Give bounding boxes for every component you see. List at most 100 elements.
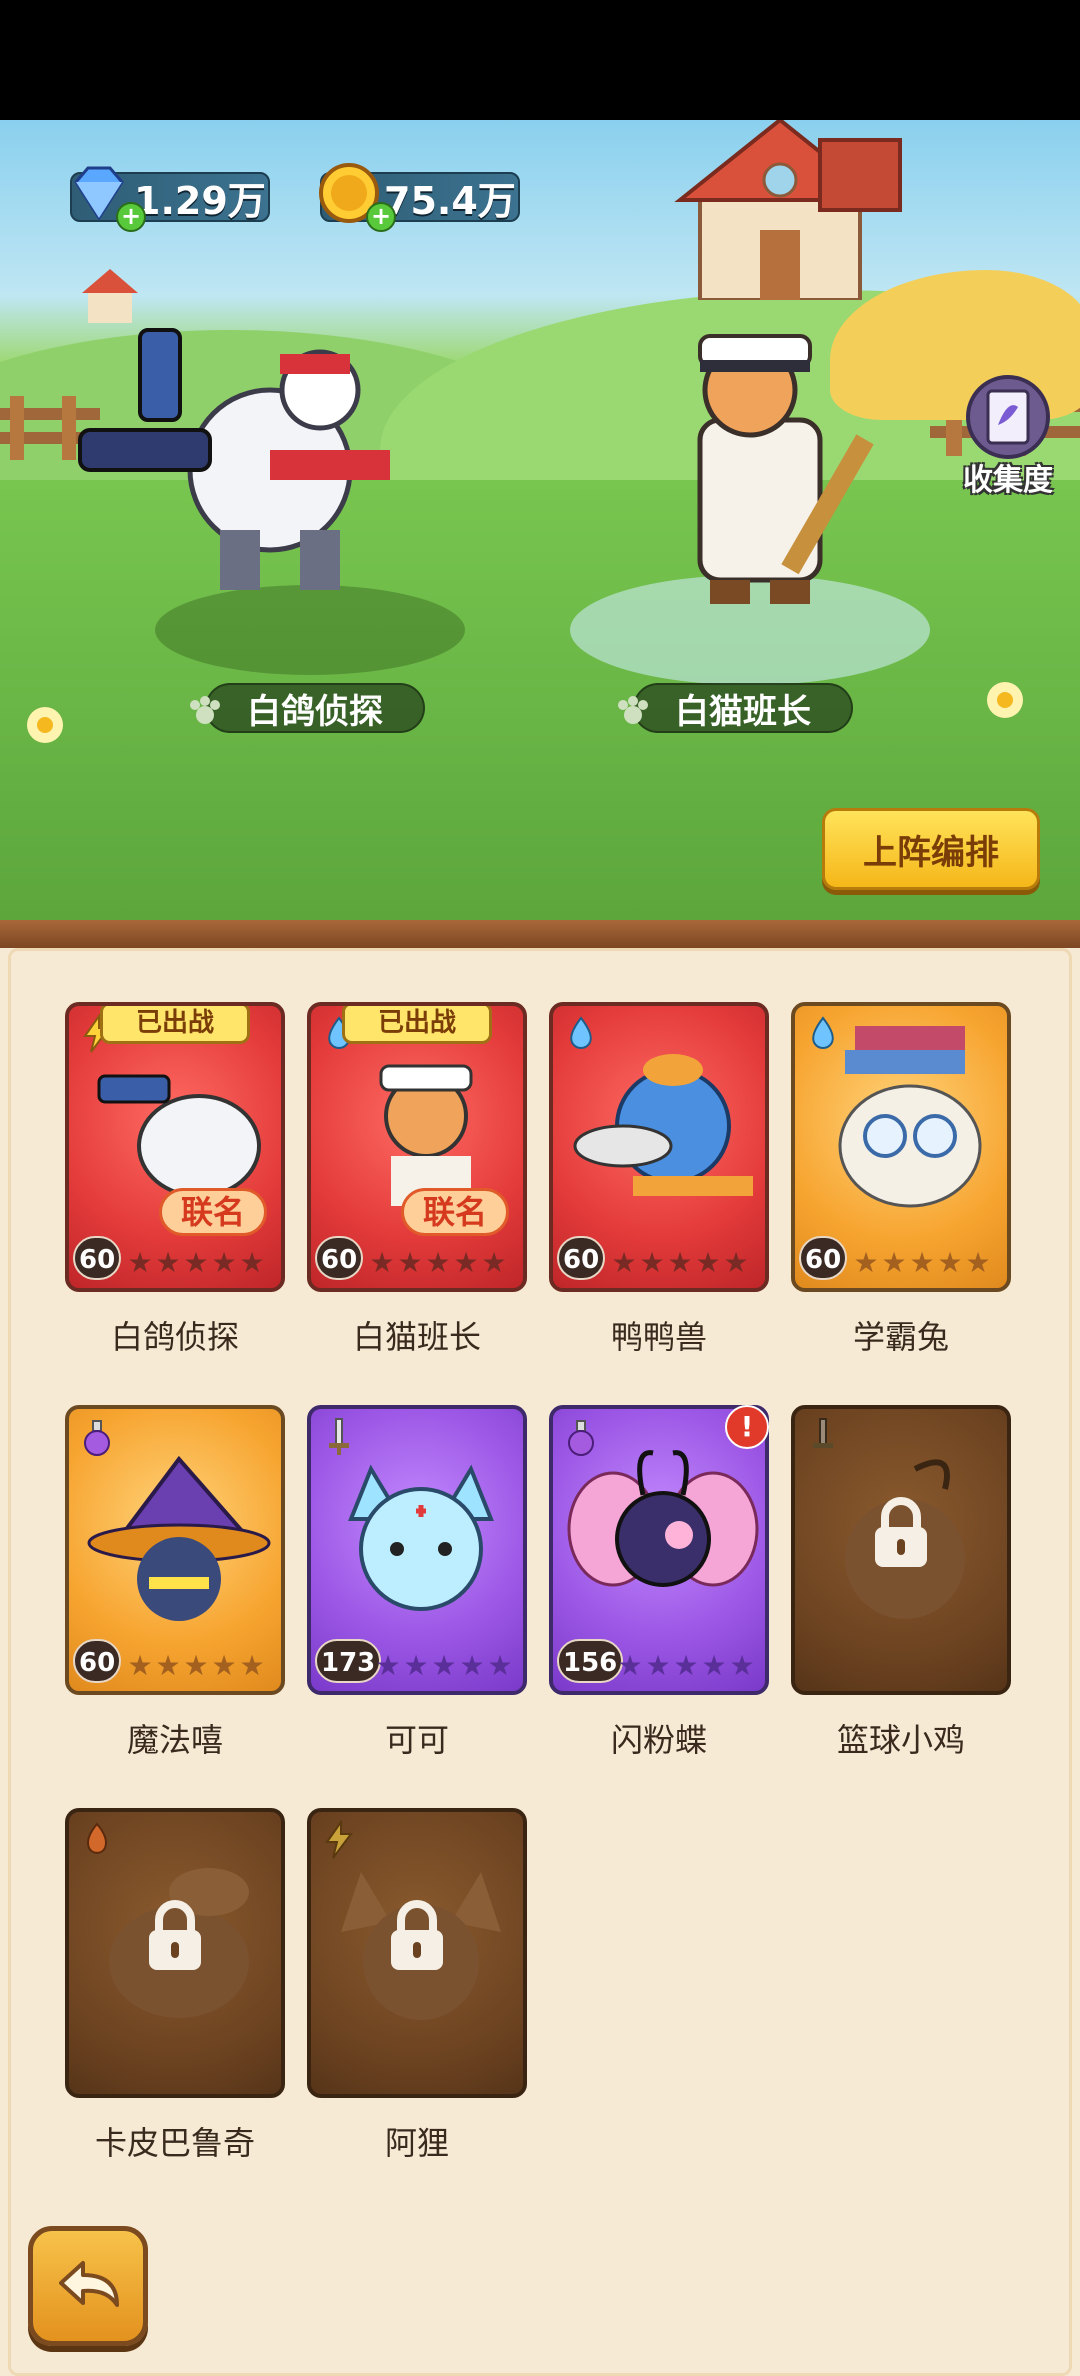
star-icon: ★ <box>909 1246 935 1279</box>
deployed-tag: 已出战 <box>342 1006 492 1044</box>
card-name-label: 闪粉蝶 <box>610 1721 707 1759</box>
pigeon-detective-figure[interactable] <box>70 300 450 600</box>
star-icon: ★ <box>673 1649 699 1682</box>
hero-portrait <box>348 1464 494 1611</box>
card-name-label: 白猫班长 <box>352 1318 481 1356</box>
status-bar <box>0 0 1080 120</box>
hero-portrait <box>573 1054 753 1196</box>
star-icon: ★ <box>183 1246 209 1279</box>
white-cat-captain-figure[interactable] <box>600 310 950 610</box>
hero-name-1: 白鸽侦探 <box>247 691 383 732</box>
star-icon: ★ <box>965 1246 991 1279</box>
paw-icon <box>190 696 220 724</box>
star-icon: ★ <box>403 1649 429 1682</box>
star-icon: ★ <box>211 1246 237 1279</box>
hero-card-scholar-rabbit[interactable]: 60 ★ ★ ★ ★ ★ <box>791 1002 1011 1292</box>
star-icon: ★ <box>729 1649 755 1682</box>
hero-card-basketball-chick[interactable] <box>791 1405 1011 1695</box>
star-rating: ★ ★ ★ ★ ★ <box>375 1649 513 1682</box>
star-rating: ★ ★ ★ ★ ★ <box>369 1246 507 1279</box>
star-icon: ★ <box>459 1649 485 1682</box>
hero-card-magic-hee[interactable]: 60 ★ ★ ★ ★ ★ <box>65 1405 285 1695</box>
star-icon: ★ <box>375 1649 401 1682</box>
star-icon: ★ <box>639 1246 665 1279</box>
level-badge: 60 <box>799 1236 848 1280</box>
hero-portrait <box>567 1450 759 1587</box>
hero-card-white-cat-captain[interactable]: 已出战 联名 60 ★ ★ ★ ★ ★ <box>307 1002 527 1292</box>
book-icon <box>966 375 1050 459</box>
hero-card-duck-beast[interactable]: 60 ★ ★ ★ ★ ★ <box>549 1002 769 1292</box>
star-icon: ★ <box>211 1649 237 1682</box>
star-rating: ★ ★ ★ ★ ★ <box>127 1246 265 1279</box>
star-rating: ★ ★ ★ ★ ★ <box>611 1246 749 1279</box>
hero-portrait <box>379 1064 473 1206</box>
hero-card-sparkle-butterfly[interactable]: ! 156 ★ ★ ★ ★ ★ <box>549 1405 769 1695</box>
hero-stage: + 1.29万 + 75.4万 收集度 白鸽侦探 白猫班长 上阵编排 <box>0 120 1080 920</box>
coin-counter[interactable]: + 75.4万 <box>319 163 520 232</box>
hero-name-pill-1: 白鸽侦探 <box>190 683 425 733</box>
star-icon: ★ <box>611 1246 637 1279</box>
star-icon: ★ <box>695 1246 721 1279</box>
star-icon: ★ <box>487 1649 513 1682</box>
star-icon: ★ <box>853 1246 879 1279</box>
collab-tag: 联名 <box>401 1188 509 1236</box>
star-icon: ★ <box>481 1246 507 1279</box>
lineup-arrange-button[interactable]: 上阵编排 <box>822 808 1040 890</box>
star-icon: ★ <box>127 1246 153 1279</box>
hero-name-2: 白猫班长 <box>675 691 811 732</box>
hero-card-capybaraki[interactable] <box>65 1808 285 2098</box>
star-icon: ★ <box>183 1649 209 1682</box>
star-icon: ★ <box>155 1649 181 1682</box>
card-name-label: 卡皮巴鲁奇 <box>94 2124 255 2162</box>
paw-icon <box>618 696 648 724</box>
star-icon: ★ <box>127 1649 153 1682</box>
lock-icon <box>391 1900 443 1970</box>
star-icon: ★ <box>155 1246 181 1279</box>
star-icon: ★ <box>937 1246 963 1279</box>
level-badge: 60 <box>73 1639 122 1683</box>
diamond-amount: 1.29万 <box>134 178 266 223</box>
diamond-counter[interactable]: + 1.29万 <box>70 166 270 232</box>
card-name-label: 白鸽侦探 <box>110 1318 239 1356</box>
star-rating: ★ ★ ★ ★ ★ <box>617 1649 755 1682</box>
star-icon: ★ <box>667 1246 693 1279</box>
level-badge: 60 <box>315 1236 364 1280</box>
collection-label: 收集度 <box>963 463 1053 498</box>
hero-portrait <box>838 1026 982 1208</box>
card-name-label: 可可 <box>384 1721 449 1759</box>
lock-icon <box>149 1900 201 1970</box>
lock-icon <box>875 1497 927 1567</box>
hero-portrait <box>87 1455 271 1621</box>
hero-portrait <box>97 1074 261 1198</box>
collection-button[interactable]: 收集度 <box>952 375 1064 498</box>
card-name-label: 篮球小鸡 <box>836 1721 965 1759</box>
farm-house <box>674 120 902 300</box>
hero-name-pill-2: 白猫班长 <box>618 683 853 733</box>
star-icon: ★ <box>425 1246 451 1279</box>
card-name-label: 鸭鸭兽 <box>610 1318 707 1356</box>
star-icon: ★ <box>701 1649 727 1682</box>
star-icon: ★ <box>239 1649 265 1682</box>
star-icon: ★ <box>723 1246 749 1279</box>
star-icon: ★ <box>617 1649 643 1682</box>
hero-card-pigeon-detective[interactable]: 已出战 联名 60 ★ ★ ★ ★ ★ <box>65 1002 285 1292</box>
star-icon: ★ <box>645 1649 671 1682</box>
back-button[interactable] <box>28 2226 148 2346</box>
add-diamond-icon[interactable]: + <box>116 202 146 232</box>
level-badge: 60 <box>73 1236 122 1280</box>
panel-border <box>0 920 1080 948</box>
card-name-label: 学霸兔 <box>852 1318 949 1356</box>
star-rating: ★ ★ ★ ★ ★ <box>127 1649 265 1682</box>
star-icon: ★ <box>239 1246 265 1279</box>
back-arrow-icon <box>59 2261 119 2307</box>
level-badge: 156 <box>557 1639 624 1683</box>
flower-icon <box>27 707 63 743</box>
deployed-tag: 已出战 <box>100 1006 250 1044</box>
hero-card-coco[interactable]: 173 ★ ★ ★ ★ ★ <box>307 1405 527 1695</box>
coin-amount: 75.4万 <box>384 178 516 223</box>
star-icon: ★ <box>369 1246 395 1279</box>
hero-card-fox[interactable] <box>307 1808 527 2098</box>
star-icon: ★ <box>881 1246 907 1279</box>
add-coin-icon[interactable]: + <box>366 202 396 232</box>
star-rating: ★ ★ ★ ★ ★ <box>853 1246 991 1279</box>
